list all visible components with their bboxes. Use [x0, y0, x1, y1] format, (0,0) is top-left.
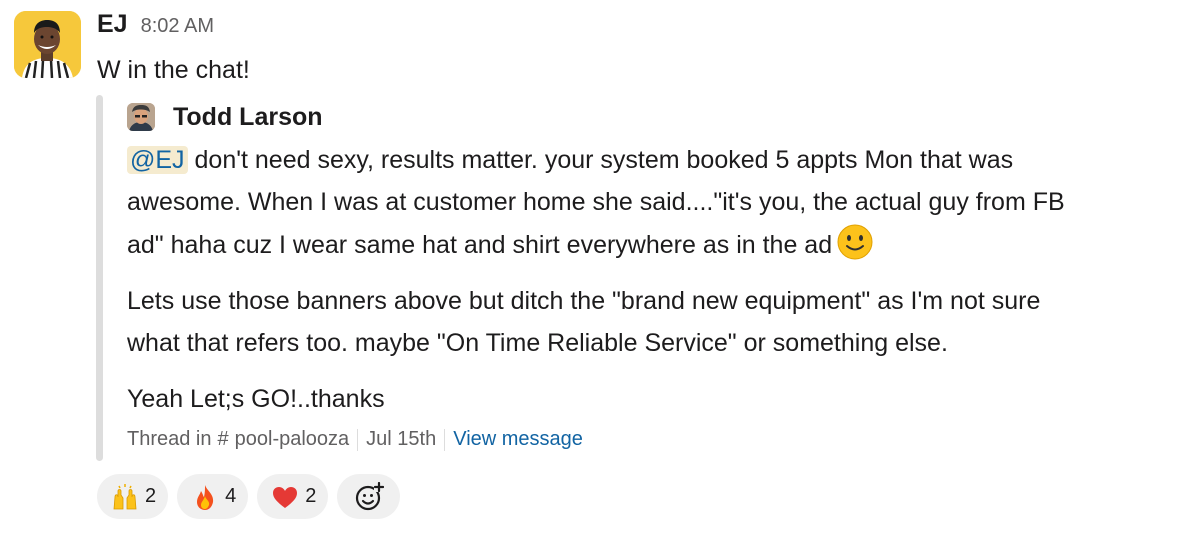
- divider: [357, 428, 359, 451]
- reaction-count: 2: [305, 485, 317, 507]
- reaction-fire[interactable]: 4: [177, 474, 249, 519]
- fire-icon: [197, 484, 214, 510]
- message-header: EJ 8:02 AM: [97, 10, 214, 44]
- timestamp[interactable]: 8:02 AM: [141, 15, 214, 38]
- add-reaction-icon: [355, 481, 384, 510]
- message-text: W in the chat!: [97, 56, 250, 84]
- thread-date[interactable]: Jul 15th: [366, 428, 436, 451]
- quoted-message: Todd Larson @EJ don't need sexy, results…: [127, 95, 1187, 420]
- quoted-line-5: what that refers too. maybe "On Time Rel…: [127, 329, 948, 357]
- quoted-paragraph-2: Lets use those banners above but ditch t…: [127, 280, 1187, 364]
- user-mention[interactable]: @EJ: [127, 146, 188, 174]
- thread-footer: Thread in # pool-palooza Jul 15th View m…: [127, 428, 583, 451]
- reactions-bar: 2 4 2: [97, 474, 409, 519]
- message: EJ 8:02 AM W in the chat! Todd Larson @E…: [0, 0, 1200, 557]
- reaction-red-heart[interactable]: 2: [257, 474, 329, 519]
- channel-link[interactable]: pool-palooza: [235, 428, 350, 451]
- raised-hands-icon: [113, 483, 137, 509]
- quoted-line-3: ad" haha cuz I wear same hat and shirt e…: [127, 231, 833, 259]
- quoted-line-4: Lets use those banners above but ditch t…: [127, 287, 1041, 315]
- reaction-count: 2: [145, 485, 157, 507]
- view-message-link[interactable]: View message: [453, 428, 583, 451]
- quoted-paragraph-3: Yeah Let;s GO!..thanks: [127, 385, 385, 413]
- quoted-header: Todd Larson: [127, 95, 1187, 139]
- quoted-author-name[interactable]: Todd Larson: [173, 103, 323, 132]
- red-heart-icon: [273, 486, 298, 508]
- ej-avatar-image: [14, 11, 81, 78]
- slightly-smiling-face-icon: [837, 224, 873, 260]
- channel-hash-icon: #: [217, 428, 229, 450]
- todd-avatar-image: [127, 103, 155, 131]
- quoted-line-1: don't need sexy, results matter. your sy…: [187, 146, 1014, 174]
- reaction-raised-hands[interactable]: 2: [97, 474, 169, 519]
- thread-in-label: Thread in: [127, 428, 212, 450]
- author-name[interactable]: EJ: [97, 10, 128, 39]
- quote-bar: [96, 95, 103, 461]
- add-reaction-button[interactable]: [337, 474, 401, 519]
- avatar[interactable]: [14, 11, 81, 78]
- quoted-paragraph-1: @EJ don't need sexy, results matter. you…: [127, 139, 1187, 266]
- quoted-avatar[interactable]: [127, 103, 155, 131]
- reaction-count: 4: [225, 485, 237, 507]
- divider: [444, 428, 446, 451]
- quoted-line-2: awesome. When I was at customer home she…: [127, 188, 1065, 216]
